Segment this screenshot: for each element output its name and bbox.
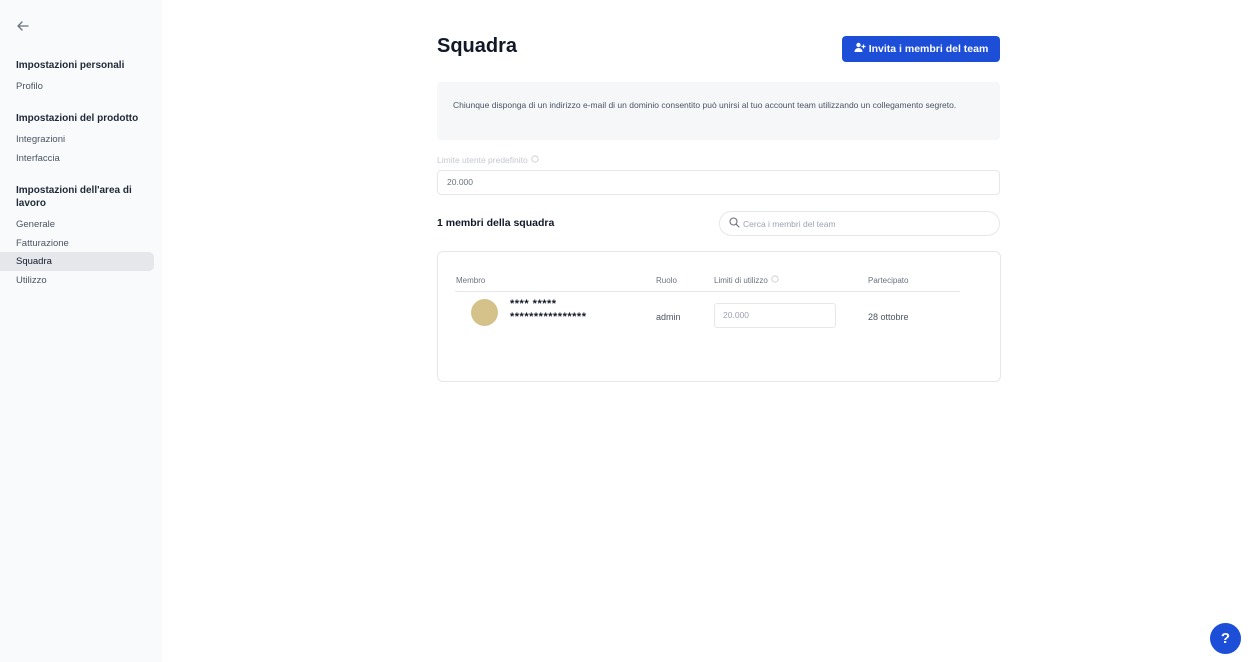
column-header-usage-limits: Limiti di utilizzo bbox=[714, 275, 779, 285]
usage-limits-label: Limiti di utilizzo bbox=[714, 275, 768, 285]
sidebar: Impostazioni personali Profilo Impostazi… bbox=[0, 0, 162, 662]
member-role: admin bbox=[656, 312, 681, 322]
members-count-heading: 1 membri della squadra bbox=[437, 217, 555, 229]
default-limit-label: Limite utente predefinito bbox=[437, 155, 539, 165]
sidebar-item-integrations[interactable]: Integrazioni bbox=[0, 130, 154, 149]
column-header-role: Ruolo bbox=[656, 276, 677, 285]
table-header-divider bbox=[455, 291, 960, 292]
search-placeholder: Cerca i membri del team bbox=[743, 218, 836, 229]
member-search-input[interactable]: Cerca i membri del team bbox=[719, 211, 1000, 236]
help-button[interactable]: ? bbox=[1210, 623, 1241, 654]
add-user-icon bbox=[854, 42, 866, 56]
sidebar-section-workspace-title: Impostazioni dell'area di lavoro bbox=[16, 185, 132, 209]
member-joined-date: 28 ottobre bbox=[868, 312, 909, 322]
info-banner: Chiunque disponga di un indirizzo e-mail… bbox=[437, 82, 1000, 140]
avatar bbox=[471, 299, 498, 326]
member-email: **************** bbox=[510, 311, 587, 323]
column-header-joined: Partecipato bbox=[868, 276, 909, 285]
back-arrow-icon[interactable] bbox=[15, 18, 31, 34]
column-header-member: Membro bbox=[456, 276, 486, 285]
search-icon bbox=[729, 217, 740, 230]
sidebar-item-usage[interactable]: Utilizzo bbox=[0, 271, 154, 290]
sidebar-item-billing[interactable]: Fatturazione bbox=[0, 234, 154, 253]
page-title: Squadra bbox=[437, 35, 518, 57]
sidebar-item-interface[interactable]: Interfaccia bbox=[0, 149, 154, 168]
member-name: **** ***** bbox=[510, 298, 557, 310]
member-limit-input[interactable]: 20.000 bbox=[714, 303, 836, 328]
sidebar-section-personal-title: Impostazioni personali bbox=[16, 60, 125, 71]
invite-members-button[interactable]: Invita i membri del team bbox=[842, 36, 1000, 62]
default-limit-label-text: Limite utente predefinito bbox=[437, 155, 528, 165]
sidebar-item-general[interactable]: Generale bbox=[0, 215, 154, 234]
info-circle-icon bbox=[531, 155, 539, 165]
sidebar-section-product-title: Impostazioni del prodotto bbox=[16, 113, 139, 124]
default-limit-input[interactable]: 20.000 bbox=[437, 170, 1000, 195]
sidebar-item-profile[interactable]: Profilo bbox=[0, 77, 154, 96]
invite-button-label: Invita i membri del team bbox=[868, 43, 989, 55]
sidebar-item-team[interactable]: Squadra bbox=[0, 252, 154, 271]
info-circle-icon bbox=[771, 275, 779, 285]
info-text: Chiunque disponga di un indirizzo e-mail… bbox=[453, 100, 957, 110]
